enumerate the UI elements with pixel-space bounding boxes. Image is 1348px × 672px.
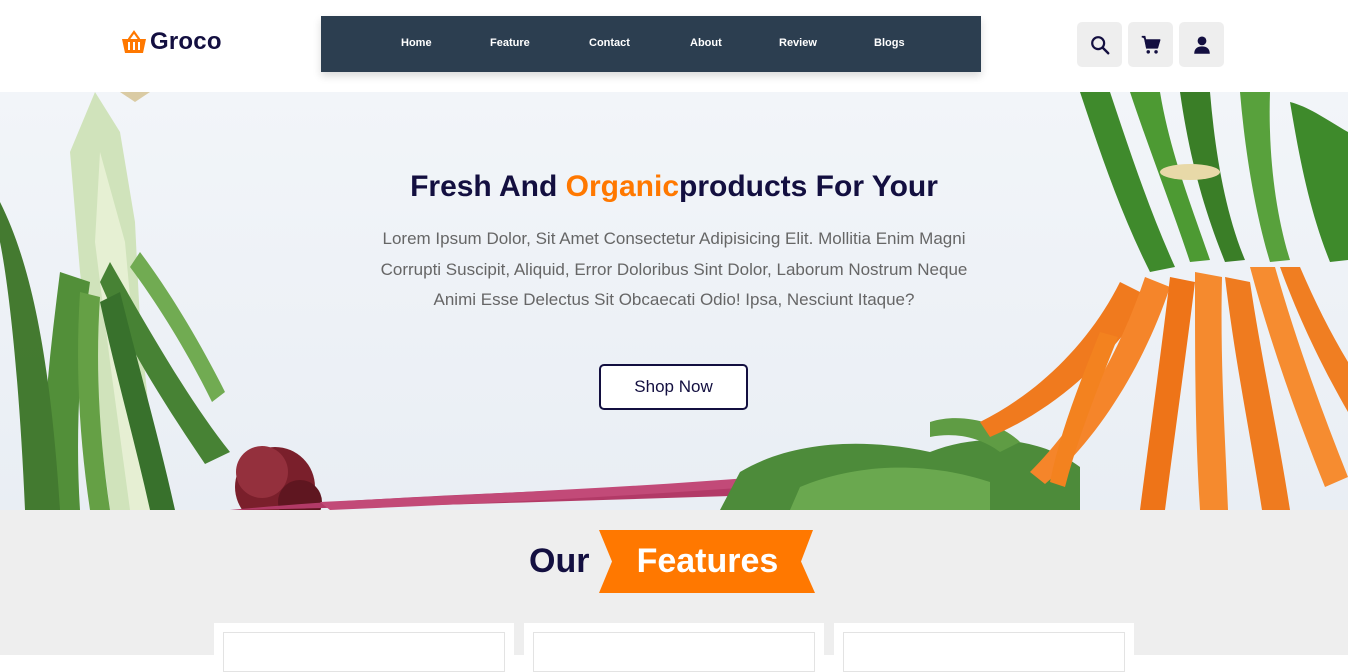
feature-card xyxy=(524,623,824,672)
hero-title-part2: products For Your xyxy=(679,170,938,203)
feature-card-image xyxy=(223,632,505,672)
features-heading-ribbon: Features xyxy=(636,542,779,580)
nav-about[interactable]: About xyxy=(690,37,722,49)
logo[interactable]: Groco xyxy=(120,28,222,56)
nav-contact[interactable]: Contact xyxy=(589,37,630,49)
hero-title: Fresh And Organicproducts For Your xyxy=(0,170,1348,204)
user-button[interactable] xyxy=(1179,22,1224,67)
hero-section: Fresh And Organicproducts For Your Lorem… xyxy=(0,92,1348,510)
feature-card xyxy=(214,623,514,672)
features-ribbon: Features xyxy=(599,530,816,593)
nav-blogs[interactable]: Blogs xyxy=(874,37,905,49)
feature-card xyxy=(834,623,1134,672)
feature-card-image xyxy=(533,632,815,672)
search-icon xyxy=(1090,35,1109,54)
nav-home[interactable]: Home xyxy=(401,37,432,49)
features-heading: Our Features xyxy=(529,530,816,593)
cart-icon xyxy=(1141,35,1160,54)
features-section: Our Features xyxy=(0,510,1348,672)
hero-title-accent: Organic xyxy=(565,170,680,203)
nav-review[interactable]: Review xyxy=(779,37,817,49)
user-icon xyxy=(1193,35,1210,54)
shop-now-button[interactable]: Shop Now xyxy=(599,364,748,410)
nav-feature[interactable]: Feature xyxy=(490,37,530,49)
basket-icon xyxy=(122,30,146,53)
hero-description: Lorem Ipsum Dolor, Sit Amet Consectetur … xyxy=(380,229,968,309)
site-header: Groco Home Feature Contact About Review … xyxy=(0,0,1348,92)
features-heading-plain: Our xyxy=(529,542,590,580)
hero-title-part1: Fresh And xyxy=(410,170,566,203)
search-button[interactable] xyxy=(1077,22,1122,67)
feature-card-image xyxy=(843,632,1125,672)
main-nav: Home Feature Contact About Review Blogs xyxy=(321,16,981,72)
cart-button[interactable] xyxy=(1128,22,1173,67)
logo-text: Groco xyxy=(150,28,222,55)
